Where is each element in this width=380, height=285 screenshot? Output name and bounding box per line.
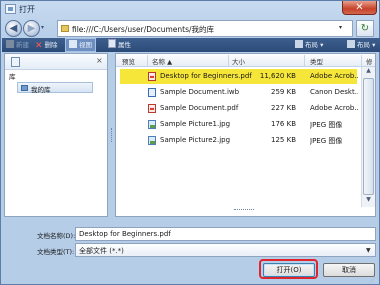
file-name: Sample Document.pdf — [160, 104, 239, 112]
column-divider[interactable] — [147, 55, 148, 66]
properties-label: 属性 — [118, 41, 131, 49]
filename-input[interactable]: Desktop for Beginners.pdf — [75, 227, 376, 241]
vertical-scrollbar[interactable]: ▲ ▼ — [361, 67, 375, 207]
file-type: Adobe Acrob... — [310, 104, 358, 112]
jpg-file-icon — [148, 136, 156, 145]
column-divider[interactable] — [228, 55, 229, 66]
layout-button-2[interactable]: 布局 ▾ — [347, 39, 375, 51]
layout-label: 布局 — [305, 41, 318, 49]
delete-icon: ✕ — [35, 41, 43, 51]
layout-label: 布局 — [357, 41, 370, 49]
scroll-thumb[interactable] — [363, 78, 374, 195]
delete-label: 删除 — [44, 41, 58, 49]
column-divider[interactable] — [361, 55, 362, 66]
library-icon — [21, 85, 28, 91]
address-path: file:///C:/Users/user/Documents/我的库 — [72, 25, 215, 34]
layout-button[interactable]: 布局 ▾ — [295, 39, 323, 51]
window-icon — [5, 4, 16, 14]
file-size: 259 KB — [271, 88, 296, 96]
pdf-file-icon — [148, 104, 156, 113]
cancel-button[interactable]: 取消 — [323, 263, 375, 277]
window-resize-grip-icon[interactable]: ⋰ — [369, 277, 375, 284]
file-type: Canon Deskt... — [310, 88, 358, 96]
file-row[interactable]: Sample Picture2.jpg 125 KB JPEG 图像 — [120, 133, 357, 148]
layout-icon — [295, 40, 303, 48]
column-header-modified[interactable]: 修 — [366, 56, 375, 66]
file-name: Sample Picture2.jpg — [160, 136, 231, 144]
scroll-down-icon[interactable]: ▼ — [362, 196, 375, 206]
properties-icon — [108, 39, 116, 48]
column-header-type[interactable]: 类型 — [310, 56, 323, 66]
file-list-pane: 预览 名称 ▲ 大小 类型 修 Desktop for Beginners.pd… — [115, 53, 376, 217]
chevron-down-icon: ▼ — [366, 247, 371, 254]
close-pane-icon[interactable]: × — [96, 56, 103, 65]
filename-value: Desktop for Beginners.pdf — [79, 230, 171, 238]
file-size: 176 KB — [271, 120, 296, 128]
iwb-file-icon — [148, 88, 156, 97]
delete-button[interactable]: ✕ 删除 — [35, 39, 58, 51]
sidebar-item-label: 我的库 — [31, 86, 51, 94]
view-icon — [69, 40, 77, 48]
forward-button[interactable]: ▶ — [23, 20, 40, 37]
filename-label: 文档名称(D): — [37, 232, 76, 240]
file-name: Sample Picture1.jpg — [160, 120, 231, 128]
scroll-up-icon[interactable]: ▲ — [362, 67, 375, 77]
new-folder-icon — [6, 40, 14, 48]
layout-icon — [347, 40, 355, 48]
properties-button[interactable]: 属性 — [108, 39, 131, 51]
file-name: Sample Document.iwb — [160, 88, 240, 96]
splitter-grip-icon[interactable] — [111, 128, 113, 142]
column-header-size[interactable]: 大小 — [232, 56, 245, 66]
folder-icon — [61, 25, 69, 32]
navigation-pane: × 库 我的库 — [4, 53, 108, 217]
title-bar[interactable]: 打开 ✕ — [1, 1, 379, 18]
file-size: 227 KB — [271, 104, 296, 112]
file-row[interactable]: Desktop for Beginners.pdf 11,620 KB Adob… — [120, 69, 358, 84]
navigation-pane-header: × — [5, 54, 107, 70]
address-bar[interactable]: file:///C:/Users/user/Documents/我的库 — [57, 20, 353, 37]
window-title: 打开 — [19, 5, 35, 14]
filetype-value: 全部文件 (*.*) — [79, 247, 124, 255]
view-label: 视图 — [79, 41, 92, 49]
new-folder-button[interactable]: 新建 — [6, 39, 29, 51]
column-divider[interactable] — [304, 55, 305, 66]
address-dropdown-icon[interactable]: ▾ — [339, 24, 345, 32]
column-header-name[interactable]: 名称 ▲ — [152, 56, 172, 66]
file-size: 125 KB — [271, 136, 296, 144]
file-row[interactable]: Sample Document.iwb 259 KB Canon Deskt..… — [120, 85, 358, 100]
sidebar-item-my-library[interactable]: 我的库 — [17, 82, 93, 94]
dialog-window: 打开 ✕ ◀ ▶ ▾ file:///C:/Users/user/Documen… — [0, 0, 380, 285]
toolbar: 新建 ✕ 删除 视图 属性 布局 ▾ 布局 ▾ — [2, 38, 380, 52]
file-size: 11,620 KB — [259, 72, 296, 80]
library-label: 库 — [9, 73, 16, 81]
column-header-preview[interactable]: 预览 — [122, 56, 135, 66]
file-row[interactable]: Sample Picture1.jpg 176 KB JPEG 图像 — [120, 117, 357, 132]
file-type: JPEG 图像 — [310, 121, 343, 129]
back-button[interactable]: ◀ — [5, 20, 22, 37]
filetype-select[interactable]: 全部文件 (*.*) ▼ — [75, 243, 376, 257]
close-button[interactable]: ✕ — [342, 1, 377, 15]
file-row[interactable]: Sample Document.pdf 227 KB Adobe Acrob..… — [120, 101, 358, 116]
refresh-button[interactable]: ↻ — [356, 20, 374, 37]
new-folder-label: 新建 — [16, 41, 29, 49]
file-type: JPEG 图像 — [310, 137, 343, 145]
pdf-file-icon — [148, 72, 156, 81]
library-icon[interactable] — [11, 57, 20, 67]
column-header-row: 预览 名称 ▲ 大小 类型 修 — [116, 54, 375, 67]
view-button[interactable]: 视图 — [65, 38, 96, 52]
jpg-file-icon — [148, 120, 156, 129]
file-type: Adobe Acrob... — [310, 72, 358, 80]
filetype-label: 文档类型(T): — [37, 248, 75, 256]
open-button[interactable]: 打开(O) — [263, 263, 315, 277]
resize-grip-icon[interactable] — [234, 209, 254, 213]
recent-locations-dropdown[interactable]: ▾ — [41, 24, 49, 34]
